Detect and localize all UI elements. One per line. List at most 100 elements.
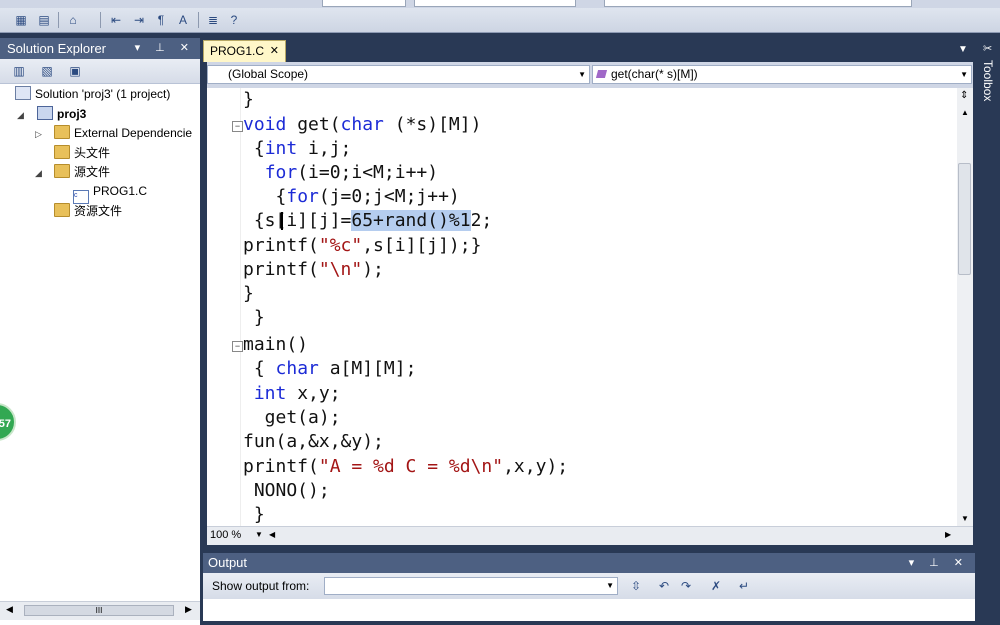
show-output-select[interactable]: ▼ xyxy=(324,577,618,595)
code-line-8: printf("\n"); xyxy=(243,259,384,280)
code-line-12: { char a[M][M]; xyxy=(243,358,417,379)
output-panel-title: Output ▾ ⊥ ✕ xyxy=(203,553,975,573)
zoom-dropdown-icon[interactable]: ▼ xyxy=(255,530,263,539)
editor-gutter xyxy=(207,88,241,526)
tree-item-label: External Dependencie xyxy=(74,126,193,140)
toolbox-label: Toolbox xyxy=(981,60,995,102)
font-icon[interactable]: A xyxy=(174,11,192,28)
find-combo[interactable] xyxy=(604,0,912,7)
close-icon[interactable]: ✕ xyxy=(270,41,279,61)
vertical-scrollbar[interactable]: ⇕ ▲ ▼ xyxy=(957,88,973,526)
panel-controls[interactable]: ▾ ⊥ ✕ xyxy=(135,38,195,59)
next-message-icon[interactable]: ↷ xyxy=(677,577,695,594)
indent-icon[interactable]: ⇥ xyxy=(130,11,148,28)
open-folder-icon xyxy=(54,164,70,178)
standard-toolbar: ▦ ▤ ⌂ ⇤ ⇥ ¶ A ≣ ? xyxy=(0,8,1000,33)
output-text-area[interactable] xyxy=(203,599,975,621)
properties-icon[interactable]: ▥ xyxy=(10,62,28,79)
scroll-thumb[interactable]: III xyxy=(24,605,174,616)
text-cursor xyxy=(281,212,283,230)
config-combo[interactable] xyxy=(322,0,406,7)
tree-item-prog1[interactable]: c PROG1.C xyxy=(73,182,148,204)
scroll-down-icon[interactable]: ▼ xyxy=(961,514,969,523)
view-code-icon[interactable]: ▣ xyxy=(66,62,84,79)
tree-item-label: 源文件 xyxy=(74,165,111,179)
chevron-down-icon: ▼ xyxy=(606,581,614,590)
tab-prog1[interactable]: PROG1.C ✕ xyxy=(203,40,286,62)
code-line-9: } xyxy=(243,283,254,304)
code-line-18: } xyxy=(243,504,265,525)
scroll-up-icon[interactable]: ▲ xyxy=(961,108,969,117)
folder-icon xyxy=(54,145,70,159)
folder-icon xyxy=(54,125,70,139)
show-all-files-icon[interactable]: ▧ xyxy=(38,62,56,79)
comment-icon[interactable]: ▦ xyxy=(12,11,30,28)
help-icon[interactable]: ? xyxy=(225,11,243,28)
code-line-14: get(a); xyxy=(243,407,341,428)
tree-item-source-files[interactable]: 源文件 xyxy=(54,163,110,182)
toolbar-separator xyxy=(198,12,199,28)
tree-item-label: proj3 xyxy=(57,107,87,121)
chevron-down-icon: ▼ xyxy=(578,70,586,79)
output-toolbar: Show output from: ▼ ⇳ ↶ ↷ ✗ ↵ xyxy=(203,573,975,599)
outdent-icon[interactable]: ⇤ xyxy=(107,11,125,28)
zoom-level[interactable]: 100 % xyxy=(210,529,241,541)
collapse-icon[interactable]: − xyxy=(232,341,243,352)
format-icon[interactable]: ¶ xyxy=(152,11,170,28)
previous-message-icon[interactable]: ↶ xyxy=(655,577,673,594)
method-icon xyxy=(595,70,608,78)
expand-arrow-icon[interactable]: ◢ xyxy=(17,110,24,121)
tree-item-project[interactable]: proj3 xyxy=(37,105,86,124)
scroll-right-icon[interactable]: ▶ xyxy=(945,530,951,539)
solution-icon xyxy=(15,86,31,100)
code-editor[interactable]: − − } void get(char (*s)[M]) {int i,j; f… xyxy=(207,88,957,526)
top-toolbar xyxy=(0,0,1000,8)
tree-item-solution[interactable]: Solution 'proj3' (1 project) xyxy=(15,85,170,104)
align-icon[interactable]: ≣ xyxy=(204,11,222,28)
scope-combo-value: (Global Scope) xyxy=(228,67,309,81)
split-icon[interactable]: ⇕ xyxy=(960,90,968,101)
toolbar-separator xyxy=(58,12,59,28)
member-combo[interactable]: get(char(* s)[M]) ▼ xyxy=(592,65,972,84)
scroll-thumb[interactable] xyxy=(958,163,971,275)
scope-combo[interactable]: (Global Scope) ▼ xyxy=(207,65,590,84)
code-line-4: for(i=0;i<M;i++) xyxy=(264,162,439,183)
code-line-10: } xyxy=(243,307,265,328)
collapse-icon[interactable]: − xyxy=(232,121,243,132)
uncomment-icon[interactable]: ▤ xyxy=(35,11,53,28)
toolbox-icon: ✂ xyxy=(983,43,993,55)
code-line-17: NONO(); xyxy=(243,480,330,501)
scroll-left-icon[interactable]: ◀ xyxy=(6,604,13,615)
solution-explorer-panel: Solution Explorer ▾ ⊥ ✕ ▥ ▧ ▣ Solution '… xyxy=(0,38,200,625)
scroll-left-icon[interactable]: ◀ xyxy=(269,530,275,539)
toolbar-separator xyxy=(100,12,101,28)
scroll-thumb-grip: III xyxy=(95,606,103,615)
tree-item-header-files[interactable]: 头文件 xyxy=(54,144,110,163)
tree-item-resource-files[interactable]: 资源文件 xyxy=(54,202,122,221)
toolbox-strip[interactable]: ✂ Toolbox xyxy=(978,38,1000,625)
editor-bottom-bar: 100 % ▼ ◀ ▶ xyxy=(207,526,973,545)
navigation-bar: (Global Scope) ▼ get(char(* s)[M]) ▼ xyxy=(207,62,973,88)
word-wrap-icon[interactable]: ↵ xyxy=(735,577,753,594)
bookmark-icon[interactable]: ⌂ xyxy=(64,11,82,28)
panel-title: Solution Explorer xyxy=(7,41,106,56)
tree-item-external-dependencies[interactable]: External Dependencie xyxy=(54,124,192,143)
clear-all-icon[interactable]: ✗ xyxy=(707,577,725,594)
platform-combo[interactable] xyxy=(414,0,576,7)
tree-item-label: Solution 'proj3' (1 project) xyxy=(35,87,171,101)
solution-explorer-title: Solution Explorer ▾ ⊥ ✕ xyxy=(0,38,200,59)
solution-explorer-toolbar: ▥ ▧ ▣ xyxy=(0,59,200,84)
code-line-7: printf("%c",s[i][j]);} xyxy=(243,235,482,256)
folder-icon xyxy=(54,203,70,217)
collapse-arrow-icon[interactable]: ▷ xyxy=(35,129,42,140)
tab-list-dropdown-icon[interactable]: ▼ xyxy=(958,44,968,55)
go-to-message-icon[interactable]: ⇳ xyxy=(627,577,645,594)
panel-title: Output xyxy=(208,555,248,570)
horizontal-scrollbar[interactable]: ◀ III ▶ xyxy=(0,601,200,620)
tree-item-label: PROG1.C xyxy=(93,184,148,198)
scroll-right-icon[interactable]: ▶ xyxy=(185,604,192,615)
tab-label: PROG1.C xyxy=(210,44,265,58)
show-output-label: Show output from: xyxy=(212,579,310,593)
expand-arrow-icon[interactable]: ◢ xyxy=(35,168,42,179)
panel-controls[interactable]: ▾ ⊥ ✕ xyxy=(909,553,969,573)
